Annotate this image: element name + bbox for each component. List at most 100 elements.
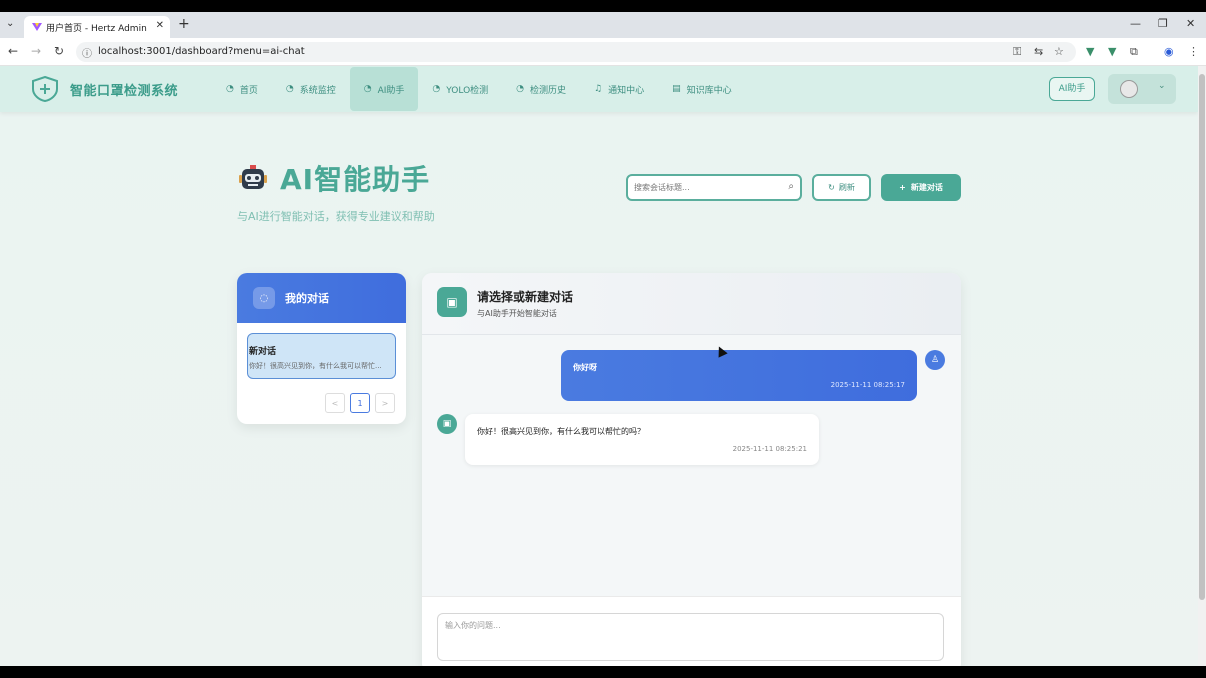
search-placeholder: 搜索会话标题... — [634, 183, 690, 192]
browser-window: ⌄ 用户首页 - Hertz Admin ✕ + — ❐ ✕ ← → ↻ ⓘ l… — [0, 0, 1206, 678]
page-subtitle: 与AI进行智能对话，获得专业建议和帮助 — [237, 210, 435, 223]
url-text: localhost:3001/dashboard?menu=ai-chat — [98, 46, 305, 57]
brand-name: 智能口罩检测系统 — [70, 83, 179, 99]
search-icon[interactable]: ⌕ — [788, 181, 794, 192]
app-root: 智能口罩检测系统 ◔ 首页 ◔ 系统监控 ◔ AI助手 ◔ YOLO检测 ◔ 检测历史 ♫… — [0, 66, 1198, 666]
page-button-current[interactable]: 1 — [350, 393, 370, 413]
avatar — [1120, 80, 1138, 98]
book-icon: ▤ — [672, 84, 681, 94]
chat-input-area — [422, 596, 961, 666]
robot-icon — [239, 165, 267, 189]
page-title-text: AI智能助手 — [280, 163, 431, 196]
dashboard-icon: ◔ — [285, 84, 294, 94]
vue-extension-icon[interactable]: ▼ — [1108, 45, 1116, 58]
menu-item-home[interactable]: ◔ 首页 — [212, 66, 272, 112]
menu-item-label: 通知中心 — [608, 85, 645, 96]
message-time: 2025-11-11 08:25:17 — [830, 381, 905, 389]
chat-header: ▣ 请选择或新建对话 与AI助手开始智能对话 — [422, 273, 961, 335]
assistant-icon: ▣ — [437, 287, 467, 317]
conversation-panel-title: 我的对话 — [285, 292, 329, 305]
user-avatar-icon: ♙ — [925, 350, 945, 370]
chat-bubble-icon: ◌ — [253, 287, 275, 309]
tab-close-icon[interactable]: ✕ — [156, 20, 164, 31]
message-text: 你好呀 — [573, 363, 597, 372]
tab-strip: ⌄ 用户首页 - Hertz Admin ✕ + — ❐ ✕ — [0, 12, 1206, 38]
key-icon[interactable]: ⚿ — [1013, 45, 1021, 59]
chevron-down-icon: ⌄ — [1158, 81, 1166, 91]
menu-item-ai-assistant[interactable]: ◔ AI助手 — [349, 67, 419, 111]
bell-icon: ♫ — [594, 84, 603, 94]
menu-item-system-monitor[interactable]: ◔ 系统监控 — [272, 66, 350, 112]
conversation-panel: ◌ 我的对话 新对话 你好！很高兴见到你，有什么我可以帮忙... < 1 > — [237, 273, 406, 424]
site-info-icon[interactable]: ⓘ — [82, 45, 92, 60]
refresh-button[interactable]: ↻ 刷新 — [812, 174, 871, 201]
chat-title: 请选择或新建对话 — [477, 290, 574, 304]
assistant-message: 你好！很高兴见到你，有什么我可以帮忙的吗？ 2025-11-11 08:25:2… — [465, 414, 819, 465]
forward-icon[interactable]: → — [31, 44, 41, 58]
chat-input[interactable] — [437, 613, 944, 661]
maximize-button[interactable]: ❐ — [1158, 17, 1168, 30]
new-chat-button[interactable]: + 新建对话 — [881, 174, 961, 201]
search-input[interactable]: 搜索会话标题... ⌕ — [626, 174, 802, 201]
chat-subtitle: 与AI助手开始智能对话 — [477, 309, 557, 318]
scrollbar-thumb[interactable] — [1199, 74, 1205, 600]
url-field[interactable]: ⓘ localhost:3001/dashboard?menu=ai-chat — [76, 42, 1076, 62]
new-tab-button[interactable]: + — [178, 16, 190, 32]
menu-item-label: 首页 — [239, 85, 258, 96]
shield-logo-icon — [32, 76, 58, 102]
tab-search-icon[interactable]: ⌄ — [6, 18, 14, 29]
minimize-button[interactable]: — — [1130, 17, 1141, 30]
browser-menu-icon[interactable]: ⋮ — [1188, 45, 1199, 58]
next-page-button[interactable]: > — [375, 393, 395, 413]
menu-item-label: 系统监控 — [299, 85, 336, 96]
profile-icon[interactable]: ◉ — [1164, 45, 1174, 58]
menu-item-notifications[interactable]: ♫ 通知中心 — [580, 66, 658, 112]
refresh-label: 刷新 — [838, 183, 855, 192]
dashboard-icon: ◔ — [516, 84, 525, 94]
address-bar: ← → ↻ ⓘ localhost:3001/dashboard?menu=ai… — [0, 38, 1206, 66]
new-chat-label: 新建对话 — [910, 183, 943, 192]
brand[interactable]: 智能口罩检测系统 — [30, 76, 178, 102]
top-navbar: 智能口罩检测系统 ◔ 首页 ◔ 系统监控 ◔ AI助手 ◔ YOLO检测 ◔ 检测历史 ♫… — [0, 66, 1198, 112]
vue-devtools-icon[interactable]: ▼ — [1086, 45, 1094, 58]
menu-item-label: 知识库中心 — [686, 85, 732, 96]
menu-item-yolo-detection[interactable]: ◔ YOLO检测 — [418, 66, 502, 112]
menu-item-detection-history[interactable]: ◔ 检测历史 — [502, 66, 580, 112]
conversation-item[interactable]: 新对话 你好！很高兴见到你，有什么我可以帮忙... — [247, 333, 396, 379]
menu-item-label: 检测历史 — [530, 85, 567, 96]
tab-title: 用户首页 - Hertz Admin — [46, 24, 147, 34]
browser-tab[interactable]: 用户首页 - Hertz Admin ✕ — [24, 16, 170, 38]
dashboard-icon: ◔ — [363, 84, 372, 94]
dashboard-icon: ◔ — [226, 84, 234, 94]
conversation-title: 新对话 — [249, 347, 277, 357]
plus-icon: + — [899, 183, 906, 192]
message-text: 你好！很高兴见到你，有什么我可以帮忙的吗？ — [477, 427, 645, 436]
screen-top-bar — [0, 0, 1206, 12]
extensions-icon[interactable]: ⧉ — [1130, 45, 1138, 59]
assistant-avatar-icon: ▣ — [437, 414, 457, 434]
page-scrollbar[interactable] — [1198, 66, 1206, 666]
main-menu: ◔ 首页 ◔ 系统监控 ◔ AI助手 ◔ YOLO检测 ◔ 检测历史 ♫ 通知中心 ▤ 知识库… — [212, 66, 746, 112]
back-icon[interactable]: ← — [8, 44, 18, 58]
pagination: < 1 > — [325, 393, 400, 413]
chat-panel: ▣ 请选择或新建对话 与AI助手开始智能对话 你好呀 2025-11-11 08… — [422, 273, 961, 666]
reload-icon[interactable]: ↻ — [54, 44, 64, 58]
conversation-preview: 你好！很高兴见到你，有什么我可以帮忙... — [249, 362, 382, 370]
refresh-icon: ↻ — [828, 183, 835, 192]
close-window-button[interactable]: ✕ — [1186, 17, 1195, 30]
prev-page-button[interactable]: < — [325, 393, 345, 413]
menu-item-label: YOLO检测 — [446, 85, 489, 96]
dashboard-icon: ◔ — [432, 84, 441, 94]
user-menu[interactable]: ⌄ — [1108, 74, 1176, 104]
bookmark-star-icon[interactable]: ☆ — [1054, 45, 1064, 58]
message-time: 2025-11-11 08:25:21 — [732, 445, 807, 453]
menu-item-knowledge-base[interactable]: ▤ 知识库中心 — [658, 66, 746, 112]
ai-assistant-button[interactable]: AI助手 — [1049, 77, 1095, 101]
conversation-panel-header: ◌ 我的对话 — [237, 273, 406, 323]
user-message: 你好呀 2025-11-11 08:25:17 — [561, 350, 917, 401]
menu-item-label: AI助手 — [377, 85, 405, 96]
vite-favicon-icon — [32, 23, 42, 31]
page-title: AI智能助手 — [236, 158, 430, 198]
screen-bottom-bar — [0, 666, 1206, 678]
translate-icon[interactable]: ⇆ — [1034, 45, 1043, 58]
